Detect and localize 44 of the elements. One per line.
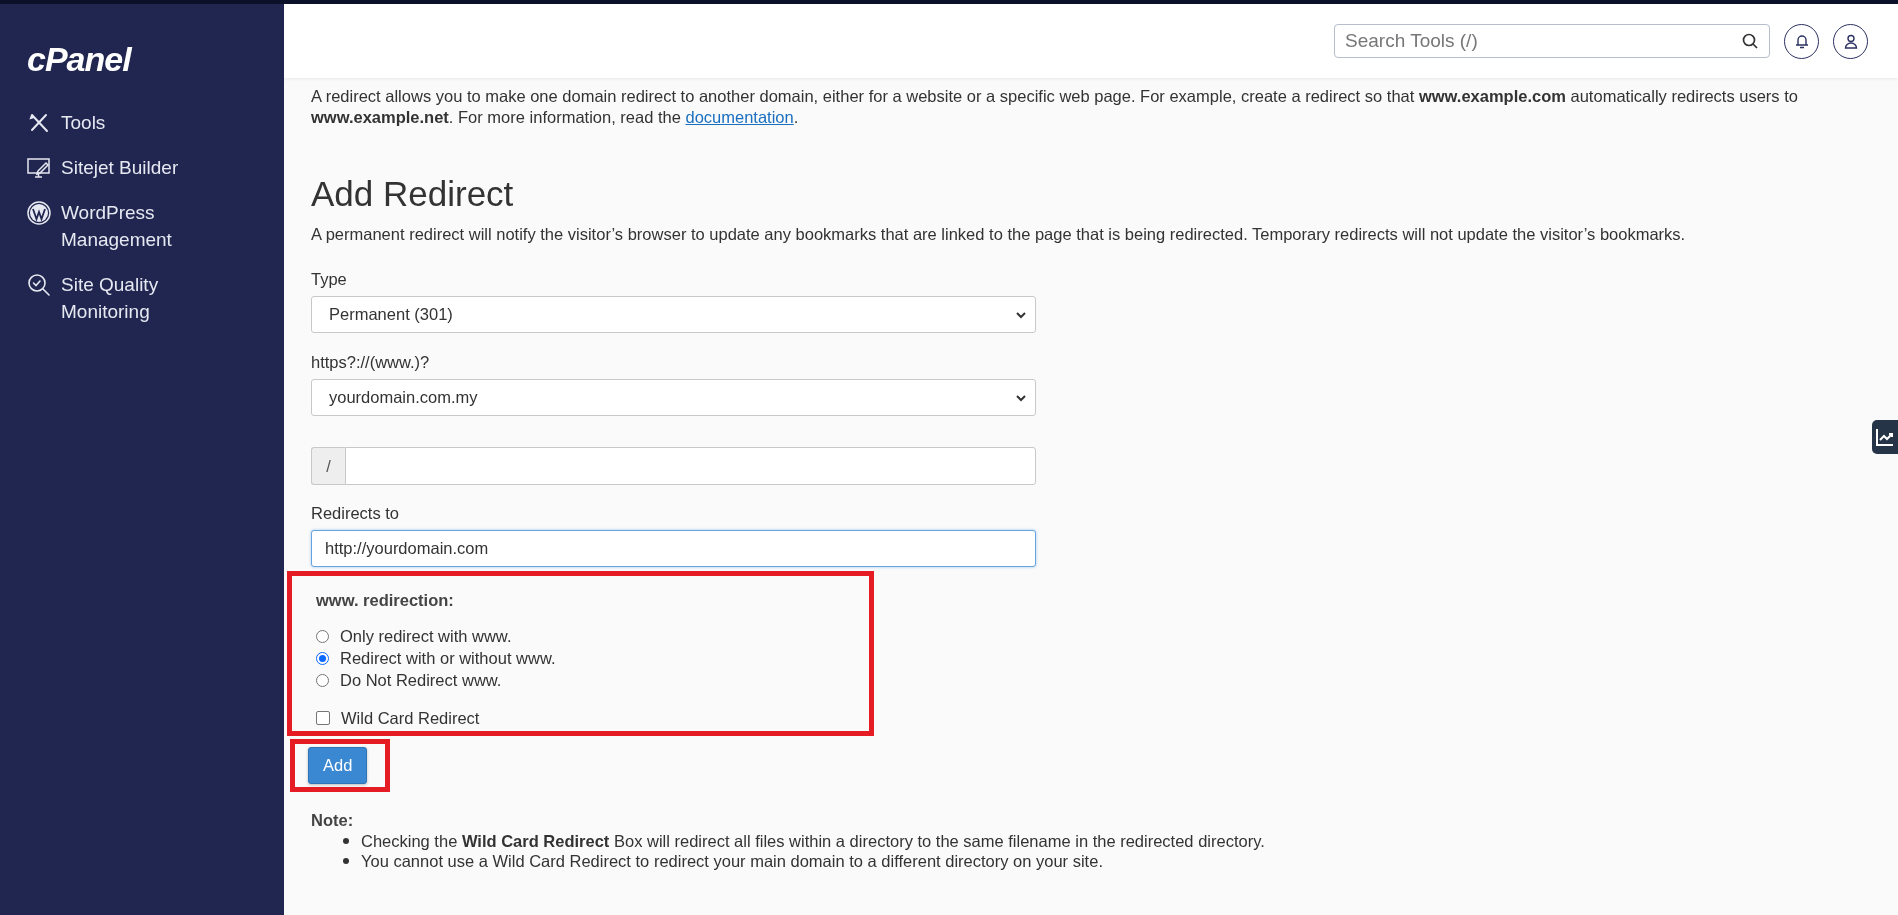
section-title: Add Redirect	[311, 173, 514, 215]
magnifier-check-icon	[27, 273, 51, 297]
option-label: Wild Card Redirect	[341, 707, 480, 729]
wordpress-icon	[27, 201, 51, 225]
group-label: www. redirection:	[316, 590, 454, 611]
notifications-button[interactable]	[1784, 23, 1819, 59]
add-button[interactable]: Add	[308, 747, 368, 784]
monitor-pen-icon	[27, 156, 51, 180]
sidebar-item[interactable]: Tools	[27, 109, 227, 136]
section-description: A permanent redirect will notify the visitor’s browser to update any bookmarks that are linked to the page that is being redirected. Temporary redirects will not update the visitor’s bookmarks.	[311, 224, 1687, 245]
note-text: Checking the Wild Card Redirect Box will redirect all files within a directory to the same filename in the redirected directory.	[361, 831, 1265, 851]
note-text: You cannot use a Wild Card Redirect to redirect your main domain to a different directory on your site.	[361, 851, 1103, 871]
bell-icon	[1794, 33, 1809, 49]
option-label: Only redirect with www.	[340, 625, 512, 647]
sidebar-item[interactable]: WordPress Management	[27, 199, 227, 253]
chart-icon	[1876, 428, 1894, 446]
field-label: Redirects to	[311, 503, 400, 524]
radio-button[interactable]	[316, 629, 329, 643]
search-icon	[1742, 33, 1758, 49]
intro-text: A redirect allows you to make one domain redirect to another domain, either for a website or a specific web page. For example, create a redirect so that www.example.com automatically redirects users to www.example.net. For more information, read the documentation.	[311, 86, 1799, 128]
bullet-icon	[343, 858, 349, 864]
note-title: Note:	[311, 810, 354, 831]
cpanel-logo[interactable]: cPanel	[27, 40, 131, 79]
path-prefix: /	[311, 447, 345, 485]
option-label: Redirect with or without www.	[340, 647, 556, 669]
field-label: https?://(www.)?	[311, 352, 430, 373]
sidebar-item[interactable]: Site Quality Monitoring	[27, 271, 227, 325]
field-label: Type	[311, 269, 347, 290]
user-button[interactable]	[1833, 23, 1868, 59]
checkbox[interactable]	[316, 711, 330, 725]
radio-button[interactable]	[316, 651, 329, 665]
domain-select[interactable]: yourdomain.com.my	[311, 379, 1036, 416]
radio-button[interactable]	[316, 673, 329, 687]
tools-icon	[27, 111, 51, 135]
search-field[interactable]: Search Tools (/)	[1334, 24, 1770, 58]
path-field[interactable]	[345, 447, 1036, 485]
option-label: Do Not Redirect www.	[340, 669, 502, 691]
documentation-link[interactable]: documentation	[685, 108, 794, 126]
redirect-url-field[interactable]: http://yourdomain.com	[311, 530, 1036, 567]
user-icon	[1843, 33, 1858, 49]
stats-button[interactable]	[1872, 420, 1898, 454]
bullet-icon	[343, 838, 349, 844]
sidebar-item[interactable]: Sitejet Builder	[27, 154, 227, 181]
type-select[interactable]: Permanent (301)	[311, 296, 1036, 333]
